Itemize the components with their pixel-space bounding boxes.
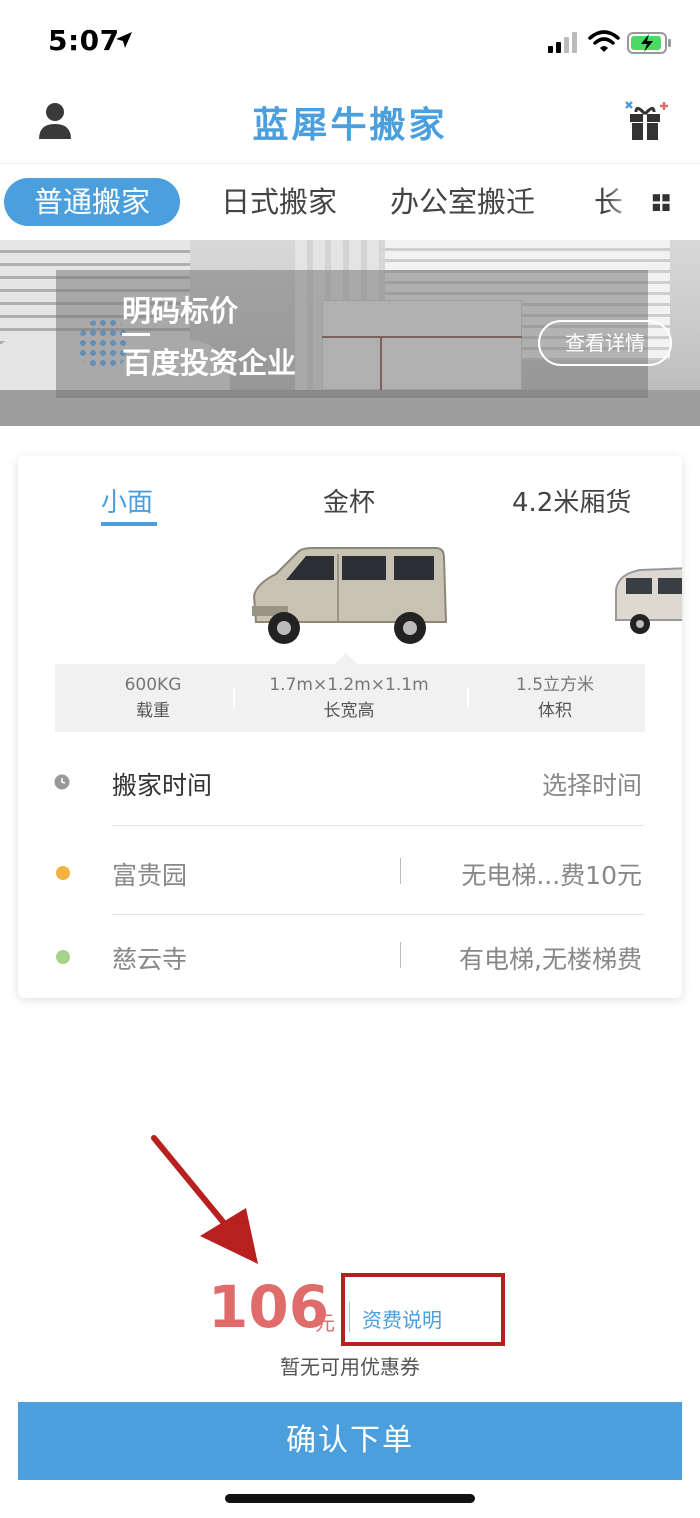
spec-volume-value: 1.5立方米 <box>515 675 595 695</box>
destination-floor-info[interactable]: 有电梯,无楼梯费 <box>459 940 642 976</box>
spec-dimensions-value: 1.7m×1.2m×1.1m <box>269 675 429 695</box>
destination-dot-icon <box>56 950 70 964</box>
spec-volume-label: 体积 <box>538 701 572 721</box>
promo-banner[interactable]: 明码标价 百度投资企业 查看详情 <box>0 240 700 426</box>
grid-menu-icon[interactable] <box>642 190 672 216</box>
spec-dimensions: 1.7m×1.2m×1.1m 长宽高 <box>251 674 447 726</box>
select-time-action[interactable]: 选择时间 <box>542 766 642 802</box>
row-divider <box>112 825 644 826</box>
tab-office-move[interactable]: 办公室搬迁 <box>390 178 535 226</box>
home-indicator[interactable] <box>225 1494 475 1503</box>
status-time: 5:07 <box>48 24 120 57</box>
wifi-icon <box>588 30 620 52</box>
spec-load-label: 载重 <box>136 701 170 721</box>
app-header: 蓝犀牛搬家 <box>0 84 700 164</box>
status-bar: 5:07 <box>0 0 700 84</box>
annotation-highlight-box <box>341 1273 505 1346</box>
banner-subheadline: 百度投资企业 <box>122 346 297 380</box>
annotation-arrow-icon <box>151 1135 258 1264</box>
destination-address[interactable]: 慈云寺 <box>112 940 187 976</box>
row-vertical-divider <box>400 858 401 884</box>
spec-dimensions-label: 长宽高 <box>323 701 375 721</box>
price-unit: 元 <box>315 1311 335 1335</box>
origin-floor-info[interactable]: 无电梯...费10元 <box>461 856 642 892</box>
spec-divider <box>233 688 235 708</box>
view-details-button[interactable]: 查看详情 <box>538 320 672 366</box>
tab-japanese-move[interactable]: 日式搬家 <box>221 178 337 226</box>
tab-fade <box>606 178 640 226</box>
row-vertical-divider <box>400 942 401 968</box>
category-tabs: 普通搬家 日式搬家 办公室搬迁 长 <box>0 164 700 240</box>
app-title: 蓝犀牛搬家 <box>252 105 448 146</box>
banner-headline: 明码标价 <box>122 294 239 328</box>
move-time-label: 搬家时间 <box>112 771 213 800</box>
minivan-image <box>252 547 448 644</box>
confirm-order-button[interactable]: 确认下单 <box>18 1402 682 1480</box>
jinbei-van-image <box>615 567 682 634</box>
banner-dash <box>122 333 150 336</box>
gift-icon[interactable] <box>622 98 670 142</box>
vehicle-tab-minivan[interactable]: 小面 <box>101 482 153 519</box>
origin-row[interactable]: 富贵园 无电梯...费10元 <box>18 828 682 916</box>
spec-load-value: 600KG <box>124 675 182 695</box>
vehicle-tab-indicator <box>101 522 157 526</box>
vehicle-tab-box-truck[interactable]: 4.2米厢货 <box>512 482 631 519</box>
clock-icon <box>54 774 70 790</box>
tab-normal-move[interactable]: 普通搬家 <box>4 178 181 226</box>
destination-row[interactable]: 慈云寺 有电梯,无楼梯费 <box>18 914 682 998</box>
location-arrow-icon <box>116 32 132 48</box>
origin-address[interactable]: 富贵园 <box>112 856 187 892</box>
origin-dot-icon <box>56 866 70 880</box>
vehicle-card: 小面 金杯 4.2米厢货 600KG 载重 1.7m×1.2m×1.1m 长宽高… <box>18 456 682 998</box>
battery-charging-icon <box>627 32 671 54</box>
move-time-row[interactable]: 搬家时间 选择时间 <box>18 738 682 826</box>
price-amount: 106 <box>208 1273 330 1341</box>
vehicle-tab-jinbei[interactable]: 金杯 <box>323 482 375 519</box>
spec-volume: 1.5立方米 体积 <box>457 674 653 726</box>
vehicle-specs: 600KG 载重 1.7m×1.2m×1.1m 长宽高 1.5立方米 体积 <box>55 664 645 732</box>
spec-load: 600KG 载重 <box>55 674 251 726</box>
coupon-status: 暂无可用优惠券 <box>280 1355 420 1379</box>
cellular-signal-icon <box>548 32 577 53</box>
